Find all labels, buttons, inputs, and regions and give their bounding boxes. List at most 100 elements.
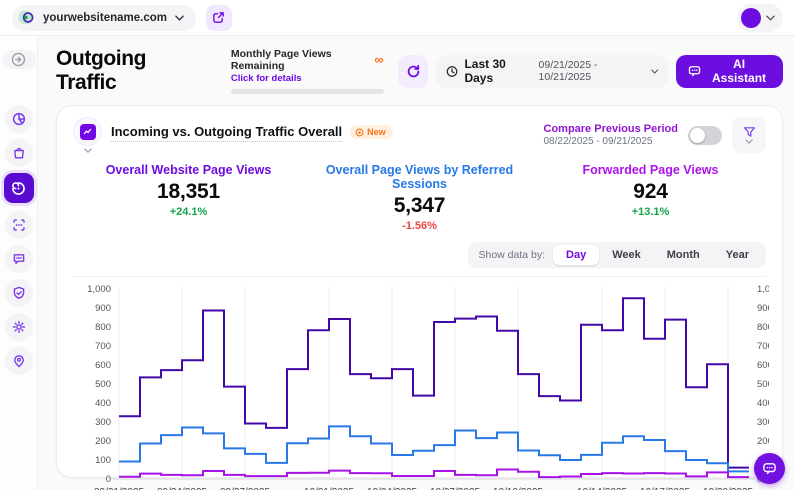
date-range-picker[interactable]: Last 30 Days 09/21/2025 - 10/21/2025 [436,55,668,88]
tab-year[interactable]: Year [713,245,762,265]
new-badge-icon [355,128,364,137]
y-axis-tick-label-left: 200 [95,436,111,447]
metric-value: 924 [535,180,766,204]
y-axis-tick-label-left: 1,000 [87,284,111,295]
chevron-down-icon [84,148,92,153]
compare-label: Compare Previous Period [544,123,679,135]
sidebar-item-messages[interactable] [5,245,33,273]
y-axis-tick-label-right: 200 [757,436,769,447]
y-axis-tick-label-right: 500 [757,379,769,390]
filter-button[interactable] [732,117,766,153]
quota-progress-bar [231,89,384,94]
outgoing-traffic-icon [11,181,26,196]
y-axis-tick-label-right: 900 [757,303,769,314]
traffic-chart: 0010010020020030030040040050050060060070… [73,281,766,469]
y-axis-tick-label-left: 0 [106,474,111,485]
metric-label: Overall Website Page Views [73,163,304,177]
sidebar-item-settings[interactable] [5,313,33,341]
gear-icon [12,320,26,334]
compare-dates: 08/22/2025 - 09/21/2025 [544,136,679,147]
quota-widget: Monthly Page Views Remaining ∞ Click for… [231,48,384,94]
metric-label: Overall Page Views by Referred Sessions [304,163,535,191]
card-title: Incoming vs. Outgoing Traffic Overall [111,124,342,142]
range-label: Last 30 Days [464,57,532,85]
shield-check-icon [12,286,26,300]
metrics-row: Overall Website Page Views 18,351 +24.1%… [73,163,766,232]
sidebar-item-analytics[interactable] [5,105,33,133]
pie-chart-icon [12,112,26,126]
external-link-icon [212,11,225,24]
location-pin-icon [12,354,26,368]
site-domain: yourwebsitename.com [43,12,167,24]
sidebar-item-store[interactable] [5,139,33,167]
tab-day[interactable]: Day [553,245,599,265]
ai-chat-icon [688,64,701,78]
new-badge: New [350,125,393,139]
clock-icon [446,65,458,78]
compare-previous-period: Compare Previous Period 08/22/2025 - 09/… [544,123,679,147]
tab-month[interactable]: Month [654,245,713,265]
compare-toggle[interactable] [688,126,722,145]
tab-week[interactable]: Week [599,245,654,265]
y-axis-tick-label-left: 700 [95,341,111,352]
open-site-button[interactable] [206,5,232,31]
main-content: Outgoing Traffic Monthly Page Views Rema… [38,36,795,490]
y-axis-tick-label-left: 300 [95,417,111,428]
ai-assistant-button[interactable]: AI Assistant [676,55,783,88]
y-axis-tick-label-right: 800 [757,322,769,333]
page-title: Outgoing Traffic [56,47,203,95]
site-selector[interactable]: yourwebsitename.com [12,5,196,31]
range-dates: 09/21/2025 - 10/21/2025 [539,59,645,83]
sidebar-item-outgoing-traffic[interactable] [4,173,34,203]
shopping-bag-icon [12,146,26,160]
sidebar-item-security[interactable] [5,279,33,307]
sidebar-item-tracking[interactable] [5,211,33,239]
chevron-down-icon [651,69,658,74]
metric-label: Forwarded Page Views [535,163,766,177]
chart-widget-icon [80,124,96,140]
y-axis-tick-label-left: 100 [95,455,111,466]
chevron-down-icon [175,15,184,21]
y-axis-tick-label-left: 800 [95,322,111,333]
user-menu[interactable] [737,4,783,32]
series-line-forwarded-page-views [119,470,749,478]
y-axis-tick-label-right: 600 [757,360,769,371]
show-data-by-label: Show data by: [478,249,545,261]
chevron-down-icon [745,139,753,144]
y-axis-tick-label-right: 300 [757,417,769,428]
metric-delta: -1.56% [304,220,535,232]
top-bar: yourwebsitename.com [0,0,795,36]
metric-value: 18,351 [73,180,304,204]
quota-details-link[interactable]: Click for details [231,73,384,84]
support-chat-button[interactable] [754,453,785,484]
refresh-button[interactable] [398,55,429,88]
chevron-down-icon [766,15,775,21]
metric-delta: +24.1% [73,206,304,218]
series-line-overall-website-page-views [119,298,749,467]
chat-bubble-icon [762,461,777,476]
infinity-icon: ∞ [374,55,383,65]
y-axis-tick-label-left: 500 [95,379,111,390]
y-axis-tick-label-left: 600 [95,360,111,371]
traffic-overview-card: Incoming vs. Outgoing Traffic Overall Ne… [56,105,783,478]
chat-bubble-icon [12,252,26,266]
sidebar-toggle-button[interactable] [2,50,36,69]
y-axis-tick-label-left: 400 [95,398,111,409]
y-axis-tick-label-left: 900 [95,303,111,314]
y-axis-tick-label-right: 1,000 [757,284,769,295]
sidebar-item-locations[interactable] [5,347,33,375]
avatar [741,8,761,28]
refresh-icon [406,64,421,79]
series-line-overall-page-views-by-referred-sessions [119,426,749,471]
metric-forwarded-page-views: Forwarded Page Views 924 +13.1% [535,163,766,232]
metric-value: 5,347 [304,194,535,218]
quota-label: Monthly Page Views Remaining [231,48,374,72]
app-window: yourwebsitename.com [0,0,795,490]
ai-assistant-label: AI Assistant [707,57,771,85]
funnel-icon [743,126,756,138]
show-data-by-row: Show data by: DayWeekMonthYear [73,242,766,277]
card-icon-block[interactable] [73,117,102,153]
page-header: Outgoing Traffic Monthly Page Views Rema… [38,36,795,104]
y-axis-tick-label-right: 400 [757,398,769,409]
site-logo-icon [18,9,35,26]
